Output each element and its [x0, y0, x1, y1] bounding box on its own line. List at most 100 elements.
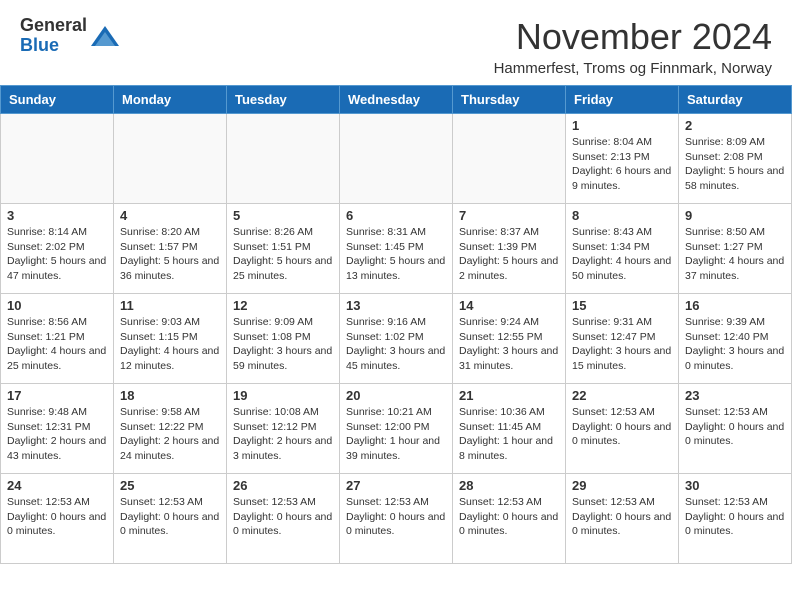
day-number: 15 — [572, 298, 672, 313]
day-cell: 25 Sunset: 12:53 AM Daylight: 0 hours and… — [114, 474, 227, 564]
day-cell: 2 Sunrise: 8:09 AM Sunset: 2:08 PM Daylig… — [679, 114, 792, 204]
day-info: Sunrise: 8:37 AM Sunset: 1:39 PM Dayligh… — [459, 225, 559, 284]
day-number: 27 — [346, 478, 446, 493]
day-cell: 4 Sunrise: 8:20 AM Sunset: 1:57 PM Daylig… — [114, 204, 227, 294]
title-section: November 2024 Hammerfest, Troms og Finnm… — [494, 16, 772, 77]
week-row-1: 1 Sunrise: 8:04 AM Sunset: 2:13 PM Daylig… — [1, 114, 792, 204]
logo-blue: Blue — [20, 36, 87, 56]
day-info: Sunrise: 10:36 AM Sunset: 11:45 AM Dayli… — [459, 405, 559, 464]
day-info: Sunrise: 9:58 AM Sunset: 12:22 PM Daylig… — [120, 405, 220, 464]
day-cell — [227, 114, 340, 204]
day-info: Sunrise: 9:31 AM Sunset: 12:47 PM Daylig… — [572, 315, 672, 374]
day-number: 4 — [120, 208, 220, 223]
day-cell — [340, 114, 453, 204]
day-cell: 9 Sunrise: 8:50 AM Sunset: 1:27 PM Daylig… — [679, 204, 792, 294]
day-info: Sunrise: 8:56 AM Sunset: 1:21 PM Dayligh… — [7, 315, 107, 374]
day-info: Sunrise: 10:08 AM Sunset: 12:12 PM Dayli… — [233, 405, 333, 464]
day-number: 17 — [7, 388, 107, 403]
day-cell: 29Sunset: 12:53 AM Daylight: 0 hours and… — [566, 474, 679, 564]
day-info: Sunset: 12:53 AM Daylight: 0 hours and 0… — [7, 495, 107, 539]
day-info: Sunrise: 8:09 AM Sunset: 2:08 PM Dayligh… — [685, 135, 785, 194]
day-info: Sunset: 12:53 AM Daylight: 0 hours and 0… — [572, 405, 672, 449]
logo-icon — [91, 24, 119, 48]
day-info: Sunrise: 9:09 AM Sunset: 1:08 PM Dayligh… — [233, 315, 333, 374]
week-row-4: 17 Sunrise: 9:48 AM Sunset: 12:31 PM Dayl… — [1, 384, 792, 474]
day-cell: 3 Sunrise: 8:14 AM Sunset: 2:02 PM Daylig… — [1, 204, 114, 294]
day-number: 14 — [459, 298, 559, 313]
day-info: Sunrise: 8:31 AM Sunset: 1:45 PM Dayligh… — [346, 225, 446, 284]
day-info: Sunset: 12:53 AM Daylight: 0 hours and 0… — [685, 405, 785, 449]
day-cell: 5 Sunrise: 8:26 AM Sunset: 1:51 PM Daylig… — [227, 204, 340, 294]
day-info: Sunrise: 8:50 AM Sunset: 1:27 PM Dayligh… — [685, 225, 785, 284]
day-cell: 18 Sunrise: 9:58 AM Sunset: 12:22 PM Dayl… — [114, 384, 227, 474]
day-cell: 16Sunrise: 9:39 AM Sunset: 12:40 PM Dayl… — [679, 294, 792, 384]
day-cell: 22 Sunset: 12:53 AM Daylight: 0 hours and… — [566, 384, 679, 474]
day-info: Sunset: 12:53 AM Daylight: 0 hours and 0… — [233, 495, 333, 539]
day-info: Sunrise: 10:21 AM Sunset: 12:00 PM Dayli… — [346, 405, 446, 464]
day-number: 13 — [346, 298, 446, 313]
day-number: 6 — [346, 208, 446, 223]
day-cell: 28Sunset: 12:53 AM Daylight: 0 hours and… — [453, 474, 566, 564]
day-info: Sunrise: 8:14 AM Sunset: 2:02 PM Dayligh… — [7, 225, 107, 284]
day-cell: 8Sunrise: 8:43 AM Sunset: 1:34 PM Daylig… — [566, 204, 679, 294]
location: Hammerfest, Troms og Finnmark, Norway — [494, 60, 772, 77]
day-number: 25 — [120, 478, 220, 493]
day-cell: 12 Sunrise: 9:09 AM Sunset: 1:08 PM Dayli… — [227, 294, 340, 384]
week-row-3: 10 Sunrise: 8:56 AM Sunset: 1:21 PM Dayli… — [1, 294, 792, 384]
day-cell: 30Sunset: 12:53 AM Daylight: 0 hours and… — [679, 474, 792, 564]
day-number: 5 — [233, 208, 333, 223]
day-cell: 21 Sunrise: 10:36 AM Sunset: 11:45 AM Day… — [453, 384, 566, 474]
day-info: Sunrise: 9:48 AM Sunset: 12:31 PM Daylig… — [7, 405, 107, 464]
day-number: 7 — [459, 208, 559, 223]
day-cell: 19 Sunrise: 10:08 AM Sunset: 12:12 PM Day… — [227, 384, 340, 474]
day-number: 1 — [572, 118, 672, 133]
day-info: Sunrise: 9:39 AM Sunset: 12:40 PM Daylig… — [685, 315, 785, 374]
day-header-monday: Monday — [114, 86, 227, 114]
day-cell: 1 Sunrise: 8:04 AM Sunset: 2:13 PM Daylig… — [566, 114, 679, 204]
day-number: 21 — [459, 388, 559, 403]
day-info: Sunrise: 8:26 AM Sunset: 1:51 PM Dayligh… — [233, 225, 333, 284]
day-info: Sunrise: 8:20 AM Sunset: 1:57 PM Dayligh… — [120, 225, 220, 284]
day-number: 3 — [7, 208, 107, 223]
week-row-2: 3 Sunrise: 8:14 AM Sunset: 2:02 PM Daylig… — [1, 204, 792, 294]
day-cell: 20 Sunrise: 10:21 AM Sunset: 12:00 PM Day… — [340, 384, 453, 474]
logo: General Blue — [20, 16, 119, 56]
day-info: Sunset: 12:53 AM Daylight: 0 hours and 0… — [685, 495, 785, 539]
day-cell: 17 Sunrise: 9:48 AM Sunset: 12:31 PM Dayl… — [1, 384, 114, 474]
day-number: 18 — [120, 388, 220, 403]
day-cell — [1, 114, 114, 204]
day-number: 10 — [7, 298, 107, 313]
day-number: 24 — [7, 478, 107, 493]
day-header-friday: Friday — [566, 86, 679, 114]
day-number: 2 — [685, 118, 785, 133]
day-info: Sunset: 12:53 AM Daylight: 0 hours and 0… — [346, 495, 446, 539]
day-header-sunday: Sunday — [1, 86, 114, 114]
day-number: 11 — [120, 298, 220, 313]
day-cell: 10 Sunrise: 8:56 AM Sunset: 1:21 PM Dayli… — [1, 294, 114, 384]
day-header-wednesday: Wednesday — [340, 86, 453, 114]
day-number: 12 — [233, 298, 333, 313]
day-cell: 7 Sunrise: 8:37 AM Sunset: 1:39 PM Daylig… — [453, 204, 566, 294]
day-cell: 27 Sunset: 12:53 AM Daylight: 0 hours and… — [340, 474, 453, 564]
day-cell: 13 Sunrise: 9:16 AM Sunset: 1:02 PM Dayli… — [340, 294, 453, 384]
calendar: SundayMondayTuesdayWednesdayThursdayFrid… — [0, 85, 792, 564]
day-number: 9 — [685, 208, 785, 223]
day-info: Sunset: 12:53 AM Daylight: 0 hours and 0… — [120, 495, 220, 539]
day-cell: 24 Sunset: 12:53 AM Daylight: 0 hours and… — [1, 474, 114, 564]
logo-general: General — [20, 16, 87, 36]
day-number: 20 — [346, 388, 446, 403]
day-info: Sunrise: 8:04 AM Sunset: 2:13 PM Dayligh… — [572, 135, 672, 194]
header-row: SundayMondayTuesdayWednesdayThursdayFrid… — [1, 86, 792, 114]
day-number: 19 — [233, 388, 333, 403]
day-info: Sunrise: 9:24 AM Sunset: 12:55 PM Daylig… — [459, 315, 559, 374]
day-cell: 14 Sunrise: 9:24 AM Sunset: 12:55 PM Dayl… — [453, 294, 566, 384]
day-cell: 23Sunset: 12:53 AM Daylight: 0 hours and… — [679, 384, 792, 474]
day-info: Sunset: 12:53 AM Daylight: 0 hours and 0… — [459, 495, 559, 539]
day-cell — [453, 114, 566, 204]
month-title: November 2024 — [494, 16, 772, 58]
day-cell: 26Sunset: 12:53 AM Daylight: 0 hours and… — [227, 474, 340, 564]
day-info: Sunrise: 9:16 AM Sunset: 1:02 PM Dayligh… — [346, 315, 446, 374]
day-cell: 11Sunrise: 9:03 AM Sunset: 1:15 PM Dayli… — [114, 294, 227, 384]
day-number: 22 — [572, 388, 672, 403]
day-info: Sunrise: 8:43 AM Sunset: 1:34 PM Dayligh… — [572, 225, 672, 284]
